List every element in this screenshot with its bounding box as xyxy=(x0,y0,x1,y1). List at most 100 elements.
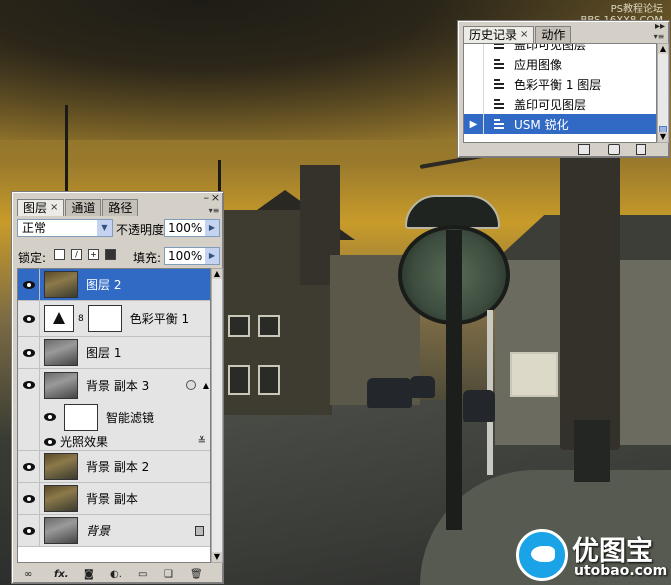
mask-link-icon[interactable]: 8 xyxy=(78,314,84,324)
collapse-triangle-icon[interactable]: ▲ xyxy=(203,381,209,390)
chevron-down-icon[interactable]: ▼ xyxy=(97,220,112,236)
fx-icon[interactable]: fx. xyxy=(54,569,69,580)
layer-row-selected[interactable]: 图层 2 xyxy=(18,269,210,301)
layer-row[interactable]: 背景 副本 3 ▲ xyxy=(18,369,210,401)
new-document-icon[interactable] xyxy=(578,144,590,155)
layer-name: 图层 1 xyxy=(86,346,122,360)
house-window xyxy=(228,365,250,395)
new-layer-icon[interactable]: ❑ xyxy=(164,569,173,580)
visibility-eye-icon[interactable] xyxy=(18,515,40,546)
snapshot-checkbox[interactable] xyxy=(464,54,484,74)
layer-name: 色彩平衡 1 xyxy=(129,312,190,326)
close-icon[interactable]: × xyxy=(211,191,220,204)
lock-brush-icon[interactable]: / xyxy=(71,249,82,260)
snapshot-checkbox[interactable] xyxy=(464,94,484,114)
visibility-eye-icon[interactable] xyxy=(18,337,40,368)
history-tabs: 历史记录 × 动作 xyxy=(463,26,572,43)
history-item-label: 盖印可见图层 xyxy=(514,97,587,112)
layer-thumbnail xyxy=(44,517,78,544)
layer-row[interactable]: 背景 副本 2 xyxy=(18,451,210,483)
visibility-eye-icon[interactable] xyxy=(18,301,40,336)
chevron-right-icon[interactable]: ▶ xyxy=(205,220,219,236)
layers-scrollbar[interactable]: ▲ ▼ xyxy=(211,268,223,563)
visibility-eye-icon[interactable] xyxy=(18,451,40,482)
history-state-icon xyxy=(492,57,506,72)
layer-thumbnail xyxy=(44,485,78,512)
history-item[interactable]: 盖印可见图层 xyxy=(464,94,656,114)
history-state-icon xyxy=(492,117,506,132)
history-item[interactable]: 应用图像 xyxy=(464,54,656,74)
layer-row[interactable]: 8 色彩平衡 1 xyxy=(18,301,210,337)
snapshot-checkbox[interactable] xyxy=(464,44,484,54)
lock-move-icon[interactable]: + xyxy=(88,249,99,260)
tab-actions[interactable]: 动作 xyxy=(535,26,572,43)
scroll-up-icon[interactable]: ▲ xyxy=(212,269,222,279)
opacity-field[interactable]: 100% ▶ xyxy=(164,219,220,237)
filter-options-icon[interactable]: ≚ xyxy=(198,436,206,447)
blend-mode-select[interactable]: 正常 ▼ xyxy=(17,219,113,237)
history-item-selected[interactable]: ▶ USM 锐化 xyxy=(464,114,656,134)
layer-name: 图层 2 xyxy=(86,278,122,292)
color-balance-icon xyxy=(44,305,74,332)
visibility-eye-icon[interactable] xyxy=(18,369,40,401)
opacity-label: 不透明度: xyxy=(116,223,169,237)
chevron-right-icon[interactable]: ▶ xyxy=(205,248,219,264)
tab-paths[interactable]: 路径 xyxy=(102,199,139,216)
history-list: 盖印可见图层 应用图像 色彩平衡 1 图层 盖印可见图层 ▶ USM 锐化 xyxy=(463,43,657,143)
history-state-icon xyxy=(492,97,506,112)
panel-menu-icon[interactable]: ▾≡ xyxy=(207,205,221,217)
mask-icon[interactable]: ◙ xyxy=(84,569,94,580)
close-icon[interactable]: × xyxy=(50,200,58,216)
history-scrollbar[interactable]: ▲ ▼ xyxy=(657,43,669,143)
history-item-label: 色彩平衡 1 图层 xyxy=(514,77,602,92)
layer-row[interactable]: 智能滤镜 xyxy=(18,401,210,433)
fill-value: 100% xyxy=(168,249,203,263)
utobao-logo: 优图宝 utobao.com xyxy=(516,527,671,585)
panel-menu-icon[interactable]: ▾≡ xyxy=(652,31,666,43)
minimize-icon[interactable]: – xyxy=(204,191,210,204)
history-item[interactable]: 盖印可见图层 xyxy=(464,43,656,54)
tab-label: 图层 xyxy=(23,201,48,215)
visibility-eye-icon[interactable] xyxy=(40,401,60,433)
history-item-label: 应用图像 xyxy=(514,57,563,72)
layer-row[interactable]: 光照效果 ≚ xyxy=(18,433,210,451)
scroll-down-icon[interactable]: ▼ xyxy=(212,552,222,562)
layer-name: 背景 副本 3 xyxy=(86,378,150,393)
tab-history[interactable]: 历史记录 × xyxy=(463,26,535,43)
trash-icon[interactable] xyxy=(636,144,646,155)
spacer xyxy=(18,401,40,433)
close-icon[interactable]: × xyxy=(520,27,528,43)
link-icon[interactable]: ∞ xyxy=(24,569,32,580)
smart-object-thumbnail xyxy=(44,371,78,399)
fill-label: 填充: xyxy=(133,251,162,265)
scroll-up-icon[interactable]: ▲ xyxy=(658,44,668,54)
visibility-eye-icon[interactable] xyxy=(18,269,40,300)
snapshot-checkbox[interactable] xyxy=(464,74,484,94)
folder-icon[interactable]: ▭ xyxy=(138,569,147,580)
layer-thumbnail xyxy=(44,271,78,298)
trash-icon[interactable]: 🗑 xyxy=(190,569,203,580)
visibility-eye-icon[interactable] xyxy=(40,433,60,450)
history-pointer-icon[interactable]: ▶ xyxy=(464,114,484,134)
visibility-eye-icon[interactable] xyxy=(18,483,40,514)
scroll-down-icon[interactable]: ▼ xyxy=(658,132,668,142)
layer-mask-thumbnail xyxy=(87,305,122,332)
layers-panel: – × 图层 × 通道 路径 ▾≡ 正常 ▼ 不透明度: 100% ▶ 锁定: … xyxy=(11,191,224,584)
history-item-label: 盖印可见图层 xyxy=(514,43,587,52)
watermark-line1: PS教程论坛 xyxy=(610,4,663,15)
camera-icon[interactable] xyxy=(608,144,620,155)
tab-layers[interactable]: 图层 × xyxy=(17,199,65,216)
history-item[interactable]: 色彩平衡 1 图层 xyxy=(464,74,656,94)
spacer xyxy=(18,433,40,450)
fill-field[interactable]: 100% ▶ xyxy=(164,247,220,265)
lock-all-icon[interactable] xyxy=(105,249,116,260)
filter-mask-thumbnail xyxy=(64,403,98,431)
adjustment-icon[interactable]: ◐. xyxy=(110,569,122,580)
street-pole xyxy=(65,105,68,195)
tab-channels[interactable]: 通道 xyxy=(65,199,102,216)
logo-sub-text: utobao.com xyxy=(574,563,668,579)
layer-row[interactable]: 图层 1 xyxy=(18,337,210,369)
lock-transparency-icon[interactable] xyxy=(54,249,65,260)
layer-row[interactable]: 背景 副本 xyxy=(18,483,210,515)
layer-row[interactable]: 背景 xyxy=(18,515,210,547)
